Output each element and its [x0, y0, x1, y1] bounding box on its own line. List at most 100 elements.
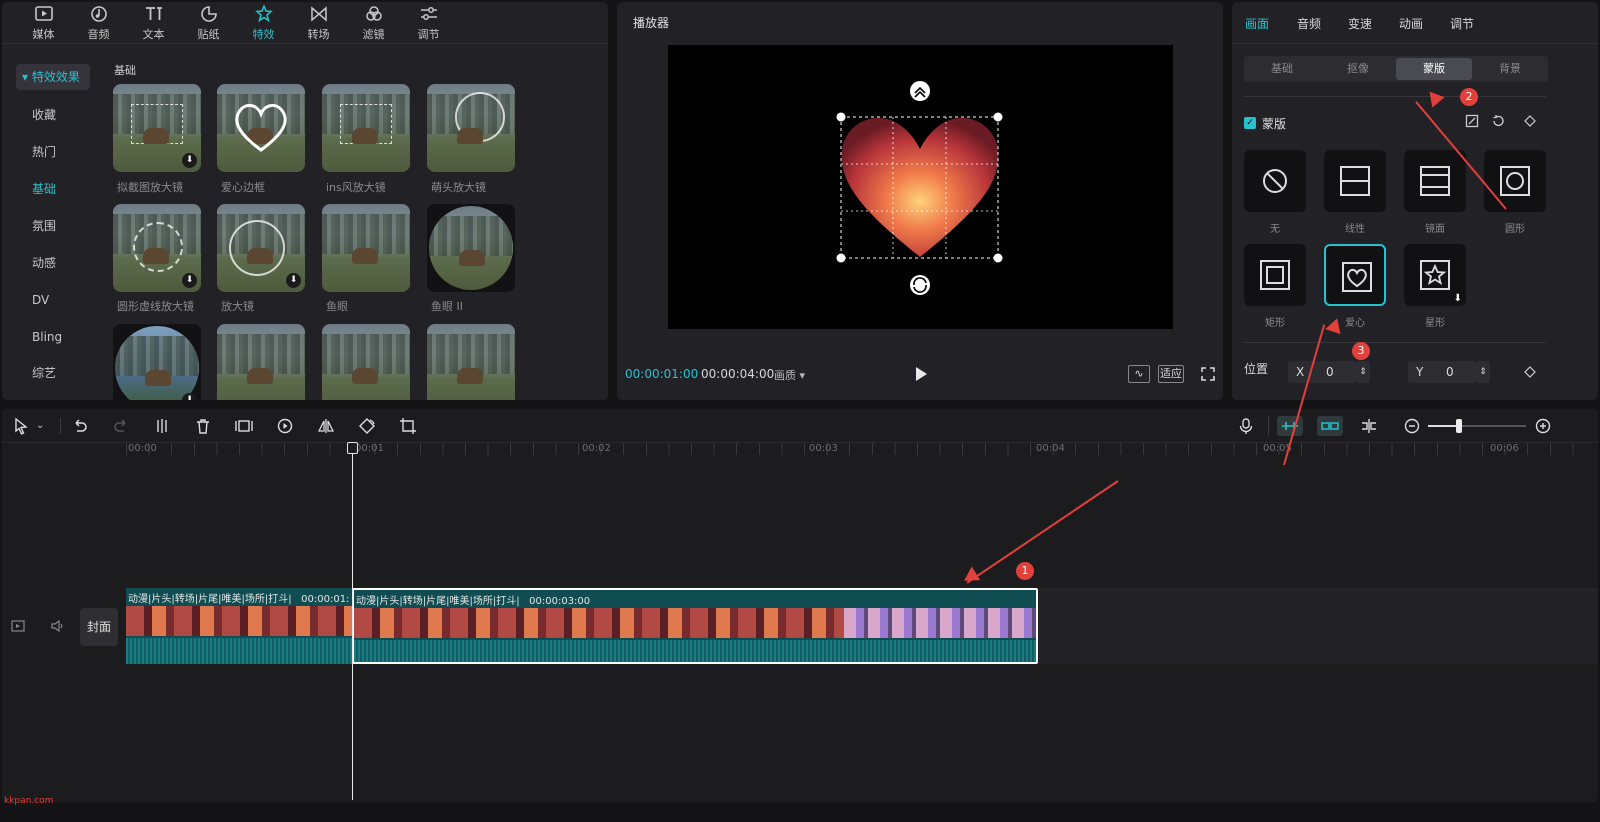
toolbar-divider — [1268, 416, 1269, 436]
category-bling[interactable]: Bling — [16, 324, 90, 350]
category-basic[interactable]: 基础 — [16, 176, 90, 202]
effect-thumb-11[interactable] — [322, 324, 410, 400]
download-icon[interactable]: ⬇ — [286, 273, 301, 288]
effect-thumb-ins-magnifier[interactable] — [322, 84, 410, 172]
play-icon[interactable] — [914, 366, 928, 382]
preview-screen[interactable] — [668, 45, 1173, 329]
category-effects[interactable]: ▾ 特效效果 — [16, 64, 90, 90]
category-dynamic[interactable]: 动感 — [16, 250, 90, 276]
freeze-icon[interactable] — [235, 417, 253, 435]
effect-thumb-fisheye-2[interactable] — [427, 204, 515, 292]
mask-star[interactable]: ⬇ — [1404, 244, 1466, 306]
tab-audio[interactable]: 音频 — [1297, 15, 1321, 32]
tab-animation[interactable]: 动画 — [1399, 15, 1423, 32]
category-dv[interactable]: DV — [16, 287, 90, 313]
tab-speed[interactable]: 变速 — [1348, 15, 1372, 32]
mask-toggle[interactable]: ✓ 蒙版 — [1244, 114, 1286, 132]
delete-icon[interactable] — [194, 417, 212, 435]
empty-track-area[interactable] — [1038, 588, 1598, 664]
tab-filter[interactable]: 滤镜 — [346, 2, 401, 44]
effect-label: ins风放大镜 — [326, 181, 386, 194]
subtab-keying[interactable]: 抠像 — [1320, 56, 1396, 82]
track-audio-icon[interactable] — [51, 620, 65, 632]
time-ruler[interactable] — [2, 443, 1598, 463]
tab-text[interactable]: 文本 — [126, 2, 181, 44]
y-stepper[interactable]: ⇕ — [1476, 361, 1490, 383]
undo-icon[interactable] — [71, 417, 89, 435]
y-field[interactable]: Y0 — [1408, 361, 1476, 383]
effect-thumb-heart-border[interactable] — [217, 84, 305, 172]
effect-thumb-sphere[interactable]: ⬇ — [113, 324, 201, 400]
subtab-background[interactable]: 背景 — [1472, 56, 1548, 82]
mask-circle[interactable] — [1484, 150, 1546, 212]
category-favorites[interactable]: 收藏 — [16, 102, 90, 128]
category-variety[interactable]: 综艺 — [16, 360, 90, 386]
crop-icon[interactable] — [399, 417, 417, 435]
tab-picture[interactable]: 画面 — [1245, 15, 1269, 32]
subtab-mask[interactable]: 蒙版 — [1396, 58, 1472, 80]
effect-thumb-dashed-circle-magnifier[interactable]: ⬇ — [113, 204, 201, 292]
waveform-icon[interactable]: ∿ — [1128, 365, 1150, 383]
checkbox-checked-icon[interactable]: ✓ — [1244, 117, 1256, 129]
deer-figure — [457, 368, 483, 384]
tab-sticker[interactable]: 贴纸 — [181, 2, 236, 44]
mirror-flip-icon[interactable] — [317, 417, 335, 435]
x-stepper[interactable]: ⇕ — [1356, 361, 1370, 383]
microphone-icon[interactable] — [1237, 417, 1255, 435]
effect-thumb-head-magnifier[interactable] — [427, 84, 515, 172]
mask-rectangle[interactable] — [1244, 244, 1306, 306]
playhead-handle[interactable] — [347, 442, 358, 454]
download-icon[interactable]: ⬇ — [182, 393, 197, 400]
video-clip-2-selected[interactable]: 动漫|片头|转场|片尾|唯美|场所|打斗| 00:00:03:00 — [352, 588, 1038, 664]
chevron-down-icon[interactable]: ⌄ — [36, 417, 54, 435]
zoom-in-icon[interactable] — [1534, 417, 1552, 435]
clip-waveform — [354, 640, 1036, 662]
fit-button[interactable]: 适应 — [1158, 365, 1184, 383]
reverse-play-icon[interactable] — [276, 417, 294, 435]
auto-snap-toggle[interactable] — [1277, 416, 1303, 436]
effect-thumb-crop-magnifier[interactable]: ⬇ — [113, 84, 201, 172]
tab-adjust[interactable]: 调节 — [1450, 15, 1474, 32]
x-field[interactable]: X0 — [1288, 361, 1356, 383]
effect-thumb-12[interactable] — [427, 324, 515, 400]
select-cursor-icon[interactable] — [12, 417, 30, 435]
redo-icon[interactable] — [112, 417, 130, 435]
link-toggle[interactable] — [1317, 416, 1343, 436]
download-icon[interactable]: ⬇ — [182, 273, 197, 288]
rotate-icon[interactable] — [358, 417, 376, 435]
effect-thumb-fisheye[interactable] — [322, 204, 410, 292]
sticker-icon — [200, 5, 217, 22]
heart-icon — [1342, 262, 1372, 292]
mask-mirror[interactable] — [1404, 150, 1466, 212]
tab-audio[interactable]: 音频 — [71, 2, 126, 44]
mask-heart[interactable] — [1324, 244, 1386, 306]
mask-none[interactable] — [1244, 150, 1306, 212]
link-icon — [1321, 422, 1339, 430]
keyframe-icon[interactable] — [1524, 366, 1536, 378]
effect-thumb-10[interactable] — [217, 324, 305, 400]
preview-axis-icon[interactable] — [1360, 417, 1378, 435]
zoom-out-icon[interactable] — [1403, 417, 1421, 435]
download-icon[interactable]: ⬇ — [182, 153, 197, 168]
reset-icon[interactable] — [1491, 114, 1505, 128]
mask-linear[interactable] — [1324, 150, 1386, 212]
fullscreen-icon[interactable] — [1201, 367, 1215, 381]
effect-thumb-magnifier[interactable]: ⬇ — [217, 204, 305, 292]
category-atmosphere[interactable]: 氛围 — [16, 213, 90, 239]
track-visibility-icon[interactable] — [11, 620, 25, 632]
split-icon[interactable] — [153, 417, 171, 435]
keyframe-icon[interactable] — [1524, 115, 1536, 127]
quality-dropdown[interactable]: 画质 ▾ — [774, 367, 805, 383]
zoom-slider-handle[interactable] — [1456, 419, 1462, 433]
tab-effects[interactable]: 特效 — [236, 2, 291, 44]
category-hot[interactable]: 热门 — [16, 139, 90, 165]
zoom-slider[interactable] — [1428, 419, 1526, 433]
tab-media[interactable]: 媒体 — [16, 2, 71, 44]
playhead[interactable] — [352, 444, 353, 800]
tab-adjust[interactable]: 调节 — [401, 2, 456, 44]
reverse-icon[interactable] — [1465, 114, 1479, 128]
cover-button[interactable]: 封面 — [80, 608, 118, 646]
tab-transition[interactable]: 转场 — [291, 2, 346, 44]
video-clip-1[interactable]: 动漫|片头|转场|片尾|唯美|场所|打斗| 00:00:01: — [126, 588, 352, 664]
subtab-basic[interactable]: 基础 — [1244, 56, 1320, 82]
